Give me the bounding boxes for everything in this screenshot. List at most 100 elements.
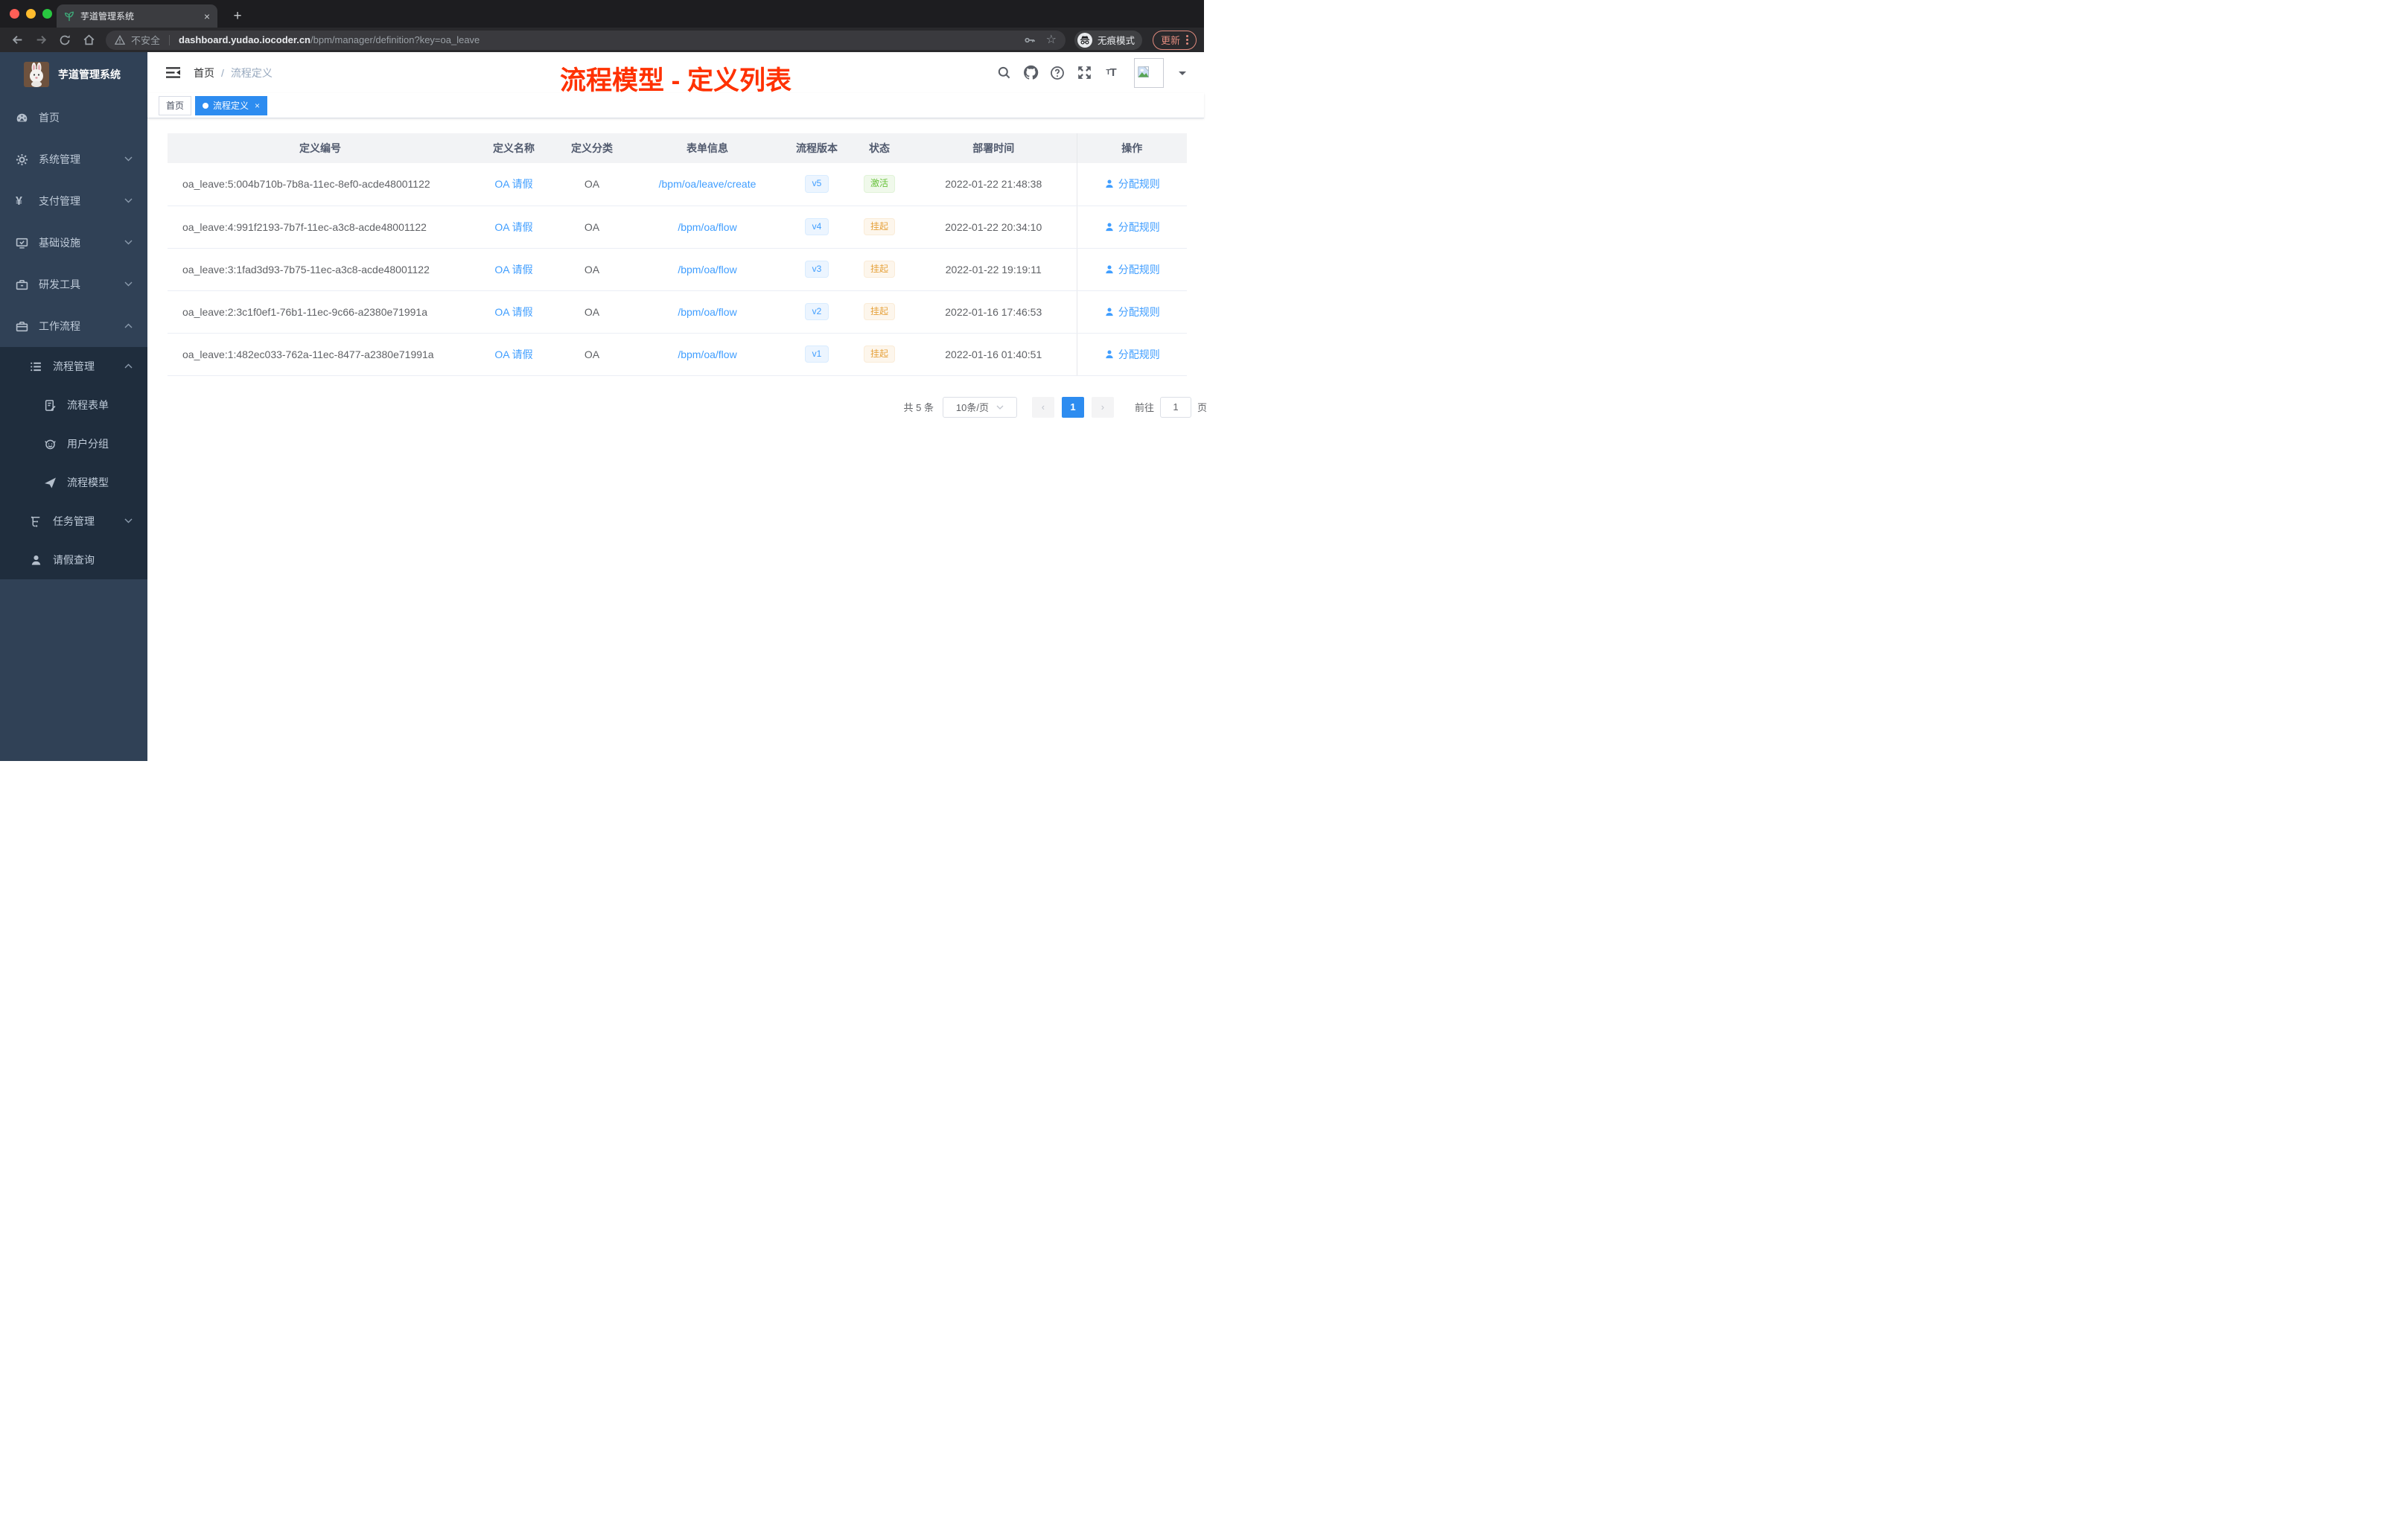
browser-tab[interactable]: 芋道管理系统 × xyxy=(57,4,217,28)
sidebar-item-process-model[interactable]: 流程模型 xyxy=(0,463,147,502)
monitor-icon xyxy=(16,237,28,249)
sidebar-item-home[interactable]: 首页 xyxy=(0,97,147,138)
browser-toolbar: 不安全 dashboard.yudao.iocoder.cn/bpm/manag… xyxy=(0,28,1204,52)
url-text[interactable]: dashboard.yudao.iocoder.cn/bpm/manager/d… xyxy=(179,34,1018,45)
sidebar-item-process-form[interactable]: 流程表单 xyxy=(0,386,147,424)
person-icon xyxy=(30,554,42,567)
fullscreen-icon[interactable] xyxy=(1076,65,1092,81)
assign-rule-button[interactable]: 分配规则 xyxy=(1104,176,1160,191)
cell-definition-id: oa_leave:2:3c1f0ef1-76b1-11ec-9c66-a2380… xyxy=(168,290,473,334)
yen-icon: ¥ xyxy=(16,194,22,208)
page-number-1[interactable]: 1 xyxy=(1061,396,1084,418)
assign-rule-button[interactable]: 分配规则 xyxy=(1104,262,1160,277)
back-icon[interactable] xyxy=(7,31,27,50)
close-window-button[interactable] xyxy=(10,9,19,19)
search-icon[interactable] xyxy=(996,65,1012,81)
sidebar-fold-icon[interactable] xyxy=(166,66,180,79)
address-bar[interactable]: 不安全 dashboard.yudao.iocoder.cn/bpm/manag… xyxy=(106,30,1066,50)
col-header-form: 表单信息 xyxy=(629,133,786,163)
cell-category: OA xyxy=(555,206,629,249)
page-size-select[interactable]: 10条/页 xyxy=(942,396,1017,418)
tag-home[interactable]: 首页 xyxy=(159,95,192,115)
sidebar-item-label: 任务管理 xyxy=(53,515,95,527)
tag-close-icon[interactable]: × xyxy=(255,101,260,111)
next-page-button[interactable]: › xyxy=(1091,396,1114,418)
sidebar-item-process-management[interactable]: 流程管理 xyxy=(0,347,147,386)
active-dot xyxy=(203,102,209,109)
browser-update-button[interactable]: 更新 xyxy=(1152,30,1197,50)
form-link[interactable]: /bpm/oa/flow xyxy=(678,264,736,276)
sidebar-item-label: 基础设施 xyxy=(39,237,80,249)
sidebar-item-dev-tools[interactable]: 研发工具 xyxy=(0,264,147,305)
col-header-name: 定义名称 xyxy=(473,133,555,163)
cell-definition-id: oa_leave:5:004b710b-7b8a-11ec-8ef0-acde4… xyxy=(168,163,473,206)
col-header-version: 流程版本 xyxy=(786,133,848,163)
prev-page-button[interactable]: ‹ xyxy=(1031,396,1054,418)
form-link[interactable]: /bpm/oa/flow xyxy=(678,221,736,233)
security-warning-icon[interactable] xyxy=(115,34,125,45)
url-path: /bpm/manager/definition?key=oa_leave xyxy=(310,34,480,45)
definition-name-link[interactable]: OA 请假 xyxy=(494,221,532,233)
avatar[interactable] xyxy=(1134,57,1164,88)
cell-deploy-time: 2022-01-16 17:46:53 xyxy=(911,290,1077,334)
table-row: oa_leave:1:482ec033-762a-11ec-8477-a2380… xyxy=(168,333,1187,376)
sidebar-item-workflow[interactable]: 工作流程 xyxy=(0,305,147,347)
status-badge: 挂起 xyxy=(863,302,895,321)
cell-category: OA xyxy=(555,333,629,376)
definition-name-link[interactable]: OA 请假 xyxy=(494,264,532,276)
definition-name-link[interactable]: OA 请假 xyxy=(494,178,532,190)
tree-list-icon xyxy=(30,360,42,373)
broken-image-icon xyxy=(1138,66,1149,77)
cell-definition-id: oa_leave:3:1fad3d93-7b75-11ec-a3c8-acde4… xyxy=(168,248,473,291)
key-icon[interactable] xyxy=(1024,34,1036,46)
user-icon xyxy=(1104,264,1115,275)
cell-definition-id: oa_leave:4:991f2193-7b7f-11ec-a3c8-acde4… xyxy=(168,206,473,249)
face-icon xyxy=(44,438,57,450)
font-size-icon[interactable]: TT xyxy=(1103,65,1119,81)
tag-process-definition[interactable]: 流程定义 × xyxy=(195,95,268,115)
minimize-window-button[interactable] xyxy=(26,9,36,19)
page-header: 首页 / 流程定义 流程模型 - 定义列表 T T xyxy=(147,52,1204,95)
sidebar-item-infrastructure[interactable]: 基础设施 xyxy=(0,222,147,264)
zoom-window-button[interactable] xyxy=(42,9,52,19)
definition-name-link[interactable]: OA 请假 xyxy=(494,306,532,318)
form-link[interactable]: /bpm/oa/flow xyxy=(678,306,736,318)
breadcrumb-current: 流程定义 xyxy=(230,66,273,79)
definition-table: 定义编号 定义名称 定义分类 表单信息 流程版本 状态 部署时间 操作 oa_l xyxy=(168,133,1187,376)
browser-menu-icon[interactable] xyxy=(1186,35,1188,45)
security-label[interactable]: 不安全 xyxy=(131,33,160,47)
github-icon[interactable] xyxy=(1022,65,1039,81)
reload-icon[interactable] xyxy=(55,31,74,50)
pagination: 共 5 条 10条/页 ‹ 1 › 前往 页 xyxy=(188,396,1207,418)
toolbox-icon xyxy=(16,278,28,291)
home-icon[interactable] xyxy=(79,31,98,50)
sidebar-item-task-management[interactable]: 任务管理 xyxy=(0,502,147,541)
assign-rule-button[interactable]: 分配规则 xyxy=(1104,220,1160,235)
help-icon[interactable] xyxy=(1049,65,1066,81)
browser-window: 芋道管理系统 × + 不安全 dashboard.yudao.iocoder.c… xyxy=(0,0,1207,761)
new-tab-button[interactable]: + xyxy=(228,7,247,26)
sidebar-item-leave-query[interactable]: 请假查询 xyxy=(0,541,147,579)
avatar-caret-icon[interactable] xyxy=(1179,71,1186,79)
assign-rule-button[interactable]: 分配规则 xyxy=(1104,347,1160,362)
bookmark-star-icon[interactable]: ☆ xyxy=(1046,34,1057,46)
definition-name-link[interactable]: OA 请假 xyxy=(494,348,532,360)
sidebar-item-user-group[interactable]: 用户分组 xyxy=(0,424,147,463)
breadcrumb-home[interactable]: 首页 xyxy=(194,66,214,80)
sidebar-item-system[interactable]: 系统管理 xyxy=(0,138,147,180)
tab-close-icon[interactable]: × xyxy=(204,10,210,22)
chevron-down-icon xyxy=(996,405,1004,410)
goto-page-input[interactable] xyxy=(1159,396,1191,418)
status-badge: 挂起 xyxy=(863,260,895,278)
cell-deploy-time: 2022-01-22 20:34:10 xyxy=(911,206,1077,249)
form-link[interactable]: /bpm/oa/flow xyxy=(678,348,736,360)
forward-icon[interactable] xyxy=(31,31,51,50)
sidebar-item-payment[interactable]: ¥ 支付管理 xyxy=(0,180,147,222)
cell-category: OA xyxy=(555,290,629,334)
assign-rule-button[interactable]: 分配规则 xyxy=(1104,305,1160,319)
sidebar-logo[interactable]: 芋道管理系统 xyxy=(0,52,147,97)
page-unit-label: 页 xyxy=(1197,402,1207,413)
url-host: dashboard.yudao.iocoder.cn xyxy=(179,34,310,45)
form-link[interactable]: /bpm/oa/leave/create xyxy=(659,178,757,190)
table-row: oa_leave:3:1fad3d93-7b75-11ec-a3c8-acde4… xyxy=(168,248,1187,291)
